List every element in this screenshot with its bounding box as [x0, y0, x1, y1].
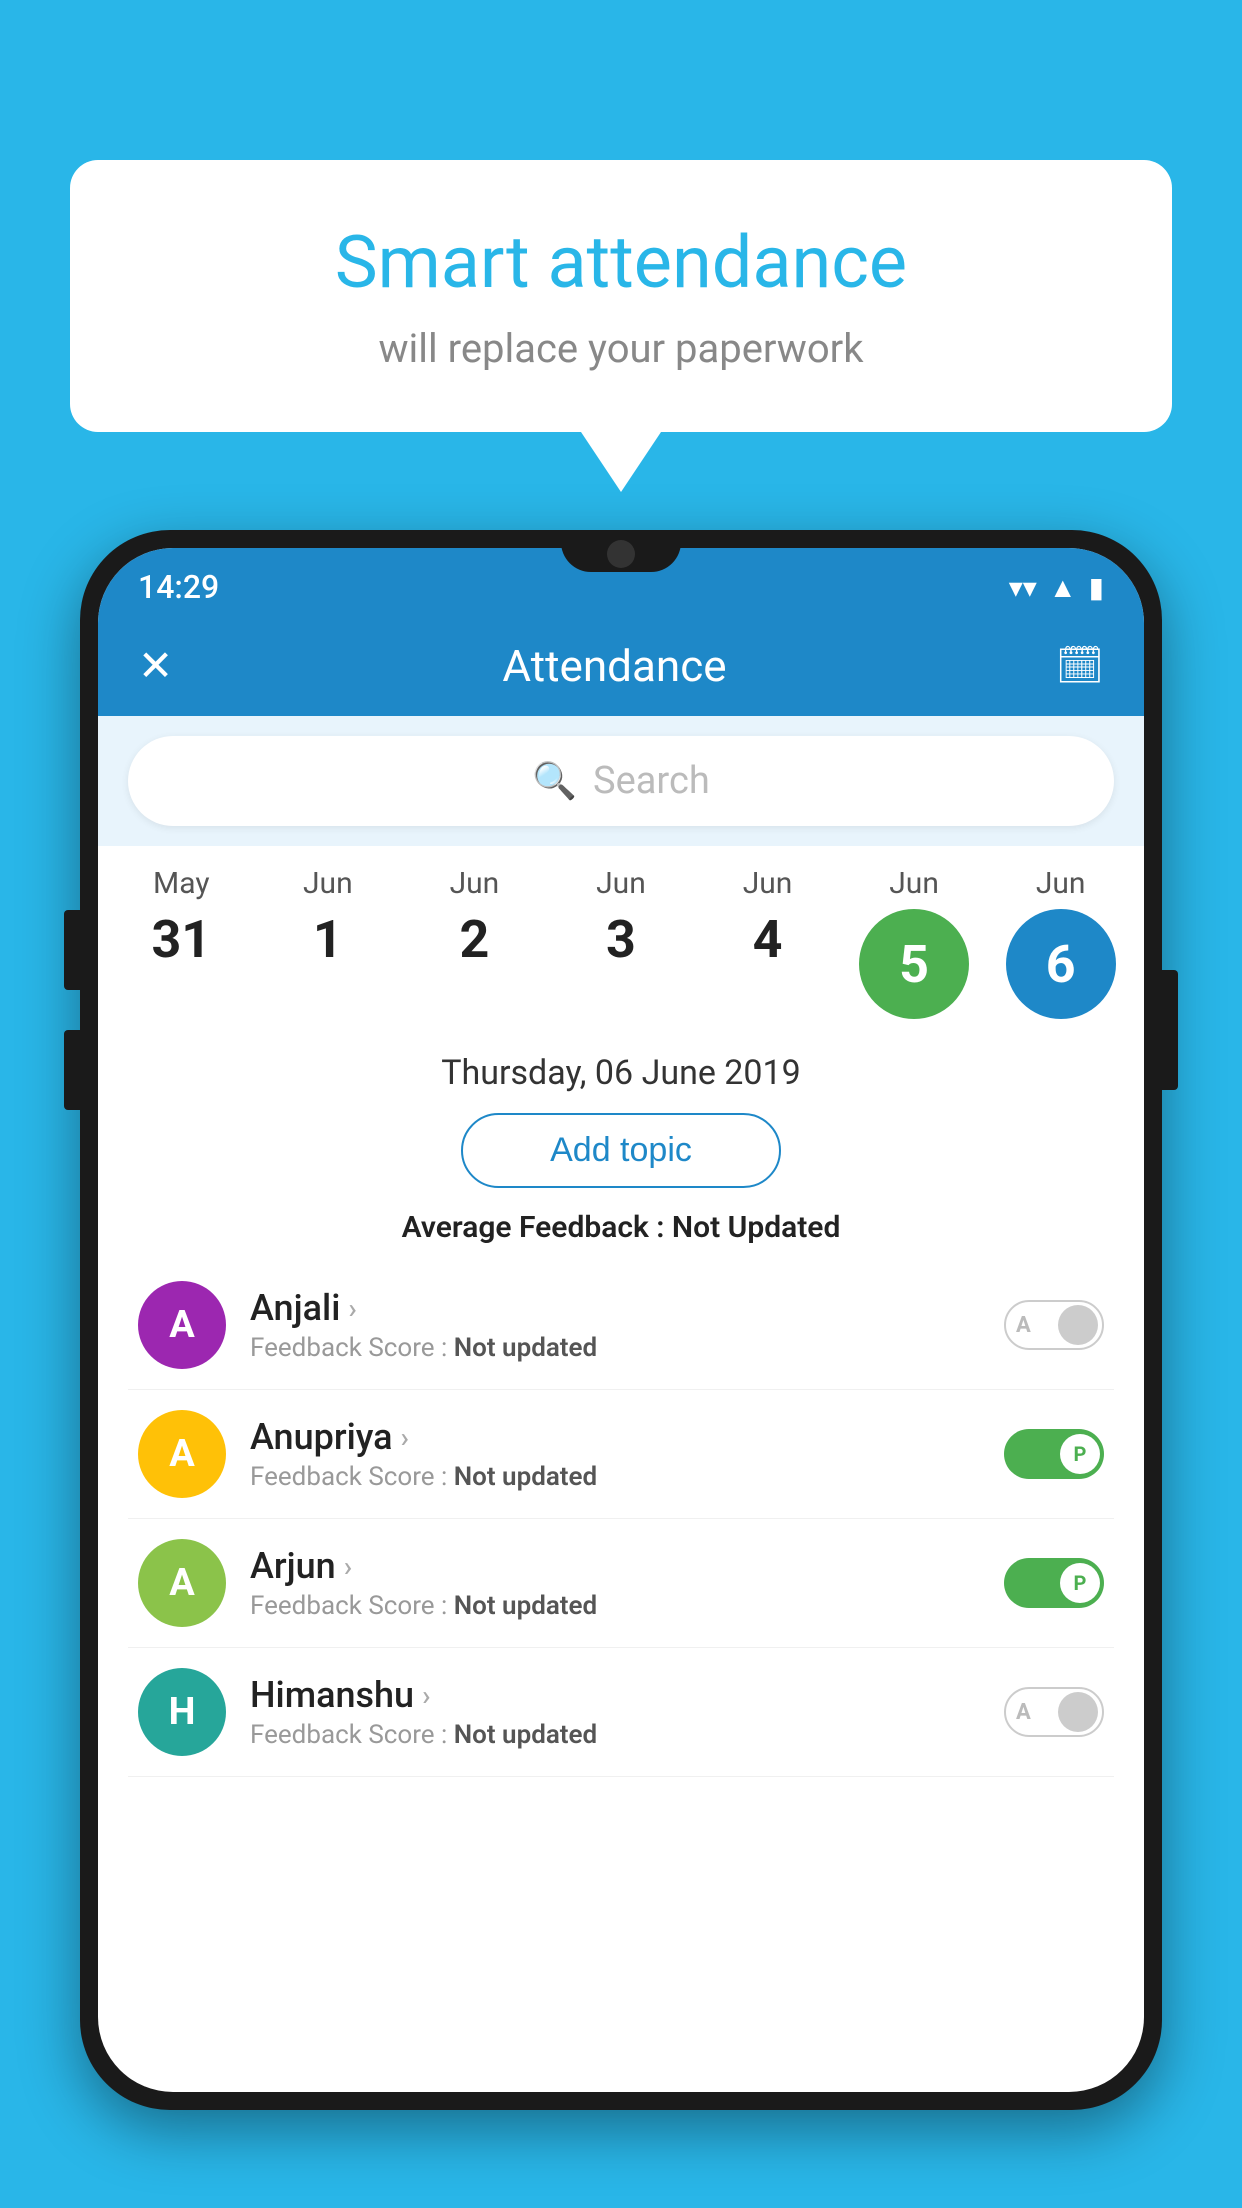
toggle-arjun[interactable]: P [1004, 1558, 1104, 1608]
search-icon: 🔍 [532, 760, 577, 802]
chevron-right-icon: › [422, 1679, 430, 1712]
student-name-anjali: Anjali › [250, 1287, 980, 1329]
avg-feedback-label: Average Feedback : [402, 1210, 672, 1245]
phone-outer: 14:29 ▾▾ ▲ ▮ ✕ Attendance 🗓 🔍 Search [80, 530, 1162, 2110]
phone-camera [607, 540, 635, 568]
avatar-anjali: A [138, 1281, 226, 1369]
toggle-present-knob: P [1060, 1434, 1100, 1474]
date-num: 3 [606, 909, 636, 970]
header-title: Attendance [502, 640, 726, 692]
search-bar[interactable]: 🔍 Search [128, 736, 1114, 826]
date-num: 1 [313, 909, 343, 970]
date-num: 4 [753, 909, 783, 970]
student-info-anupriya[interactable]: Anupriya › Feedback Score : Not updated [250, 1416, 980, 1492]
student-name-arjun: Arjun › [250, 1545, 980, 1587]
speech-bubble-arrow [581, 432, 661, 492]
date-col-may31[interactable]: May 31 [116, 866, 246, 970]
date-month: Jun [743, 866, 793, 901]
signal-icon: ▲ [1049, 571, 1077, 604]
date-circle-green: 5 [859, 909, 969, 1019]
avg-feedback: Average Feedback : Not Updated [128, 1210, 1114, 1245]
wifi-icon: ▾▾ [1009, 571, 1037, 604]
content-area: Thursday, 06 June 2019 Add topic Average… [98, 1029, 1144, 1801]
toggle-anjali[interactable]: A [1004, 1300, 1104, 1350]
calendar-icon[interactable]: 🗓 [1056, 644, 1104, 688]
date-month: Jun [303, 866, 353, 901]
date-month: May [153, 866, 209, 901]
phone-frame: 14:29 ▾▾ ▲ ▮ ✕ Attendance 🗓 🔍 Search [80, 530, 1162, 2208]
avatar-arjun: A [138, 1539, 226, 1627]
student-name-himanshu: Himanshu › [250, 1674, 980, 1716]
date-col-jun4[interactable]: Jun 4 [703, 866, 833, 970]
toggle-absent-knob [1058, 1692, 1098, 1732]
toggle-absent-label: A [1016, 1700, 1031, 1725]
date-num: 31 [151, 909, 211, 970]
status-icons: ▾▾ ▲ ▮ [1009, 571, 1104, 604]
search-bar-container: 🔍 Search [98, 716, 1144, 846]
student-feedback-anjali: Feedback Score : Not updated [250, 1333, 980, 1363]
toggle-absent-label: A [1016, 1313, 1031, 1338]
student-info-anjali[interactable]: Anjali › Feedback Score : Not updated [250, 1287, 980, 1363]
side-button-power [1162, 970, 1178, 1090]
toggle-present-knob: P [1060, 1563, 1100, 1603]
student-feedback-arjun: Feedback Score : Not updated [250, 1591, 980, 1621]
toggle-himanshu[interactable]: A [1004, 1687, 1104, 1737]
date-num: 2 [459, 909, 489, 970]
date-col-jun1[interactable]: Jun 1 [263, 866, 393, 970]
student-info-himanshu[interactable]: Himanshu › Feedback Score : Not updated [250, 1674, 980, 1750]
date-col-jun2[interactable]: Jun 2 [409, 866, 539, 970]
chevron-right-icon: › [348, 1292, 356, 1325]
student-feedback-himanshu: Feedback Score : Not updated [250, 1720, 980, 1750]
student-row-arjun: A Arjun › Feedback Score : Not updated P [128, 1519, 1114, 1648]
student-feedback-anupriya: Feedback Score : Not updated [250, 1462, 980, 1492]
side-button-volume-down [64, 1030, 80, 1110]
status-time: 14:29 [138, 568, 219, 606]
student-row-anupriya: A Anupriya › Feedback Score : Not update… [128, 1390, 1114, 1519]
date-col-jun5[interactable]: Jun 5 [849, 866, 979, 1019]
battery-icon: ▮ [1089, 571, 1104, 604]
add-topic-button[interactable]: Add topic [461, 1113, 781, 1188]
speech-bubble-subtitle: will replace your paperwork [150, 325, 1092, 372]
avg-feedback-value: Not Updated [672, 1210, 840, 1245]
student-name-anupriya: Anupriya › [250, 1416, 980, 1458]
date-col-jun6[interactable]: Jun 6 [996, 866, 1126, 1019]
date-month: Jun [450, 866, 500, 901]
side-button-volume-up [64, 910, 80, 990]
calendar-strip: May 31 Jun 1 Jun 2 Jun 3 Jun 4 [98, 846, 1144, 1029]
chevron-right-icon: › [401, 1421, 409, 1454]
date-month: Jun [1036, 866, 1086, 901]
speech-bubble-section: Smart attendance will replace your paper… [70, 160, 1172, 492]
date-month: Jun [596, 866, 646, 901]
chevron-right-icon: › [344, 1550, 352, 1583]
student-row-anjali: A Anjali › Feedback Score : Not updated … [128, 1261, 1114, 1390]
close-button[interactable]: ✕ [138, 641, 173, 691]
avatar-himanshu: H [138, 1668, 226, 1756]
toggle-absent-knob [1058, 1305, 1098, 1345]
date-circle-blue: 6 [1006, 909, 1116, 1019]
phone-screen: 14:29 ▾▾ ▲ ▮ ✕ Attendance 🗓 🔍 Search [98, 548, 1144, 2092]
speech-bubble: Smart attendance will replace your paper… [70, 160, 1172, 432]
selected-date: Thursday, 06 June 2019 [128, 1053, 1114, 1093]
app-header: ✕ Attendance 🗓 [98, 616, 1144, 716]
student-info-arjun[interactable]: Arjun › Feedback Score : Not updated [250, 1545, 980, 1621]
student-row-himanshu: H Himanshu › Feedback Score : Not update… [128, 1648, 1114, 1777]
speech-bubble-title: Smart attendance [150, 220, 1092, 305]
toggle-anupriya[interactable]: P [1004, 1429, 1104, 1479]
date-col-jun3[interactable]: Jun 3 [556, 866, 686, 970]
search-placeholder: Search [593, 759, 710, 803]
avatar-anupriya: A [138, 1410, 226, 1498]
phone-notch [561, 530, 681, 572]
date-month: Jun [889, 866, 939, 901]
